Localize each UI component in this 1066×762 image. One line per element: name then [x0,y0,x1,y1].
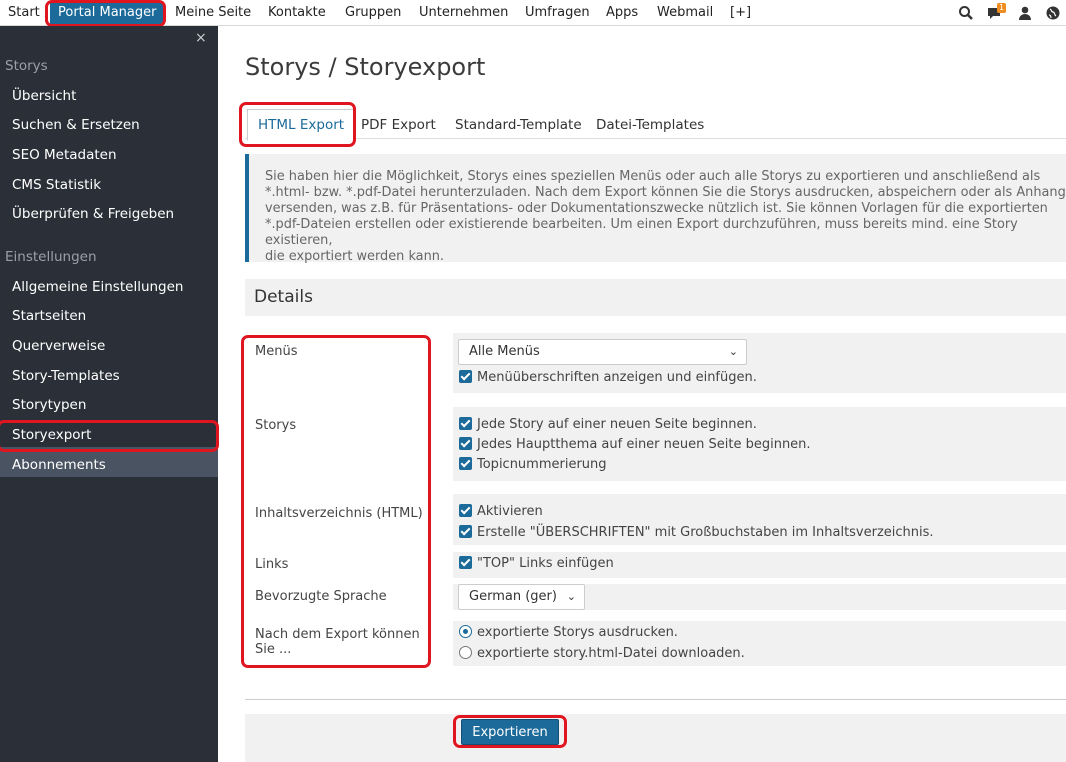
sidebar-item-seo-metadaten[interactable]: SEO Metadaten [12,147,117,163]
info-line: die exportiert werden kann. [265,249,445,264]
nav-unternehmen[interactable]: Unternehmen [419,0,508,26]
details-heading: Details [245,279,1066,316]
checkbox-menu-headings[interactable]: Menüüberschriften anzeigen und einfügen. [459,370,757,386]
language-select-value: German (ger) [469,589,557,604]
info-line: *.html- bzw. *.pdf-Datei herunterzuladen… [265,185,1066,200]
checkbox-checked-icon[interactable] [459,457,472,470]
sidebar-item-uebersicht[interactable]: Übersicht [12,88,76,104]
tab-divider [245,138,1066,139]
chevron-down-icon: ⌄ [728,345,738,358]
checkbox-top-links[interactable]: "TOP" Links einfügen [459,556,614,572]
checkbox-checked-icon[interactable] [459,556,472,569]
nav-umfragen[interactable]: Umfragen [525,0,590,26]
checkbox-label: Jede Story auf einer neuen Seite beginne… [477,417,757,432]
checkbox-checked-icon[interactable] [459,437,472,450]
checkbox-topic-numbering[interactable]: Topicnummerierung [459,457,607,473]
checkbox-label: Jedes Hauptthema auf einer neuen Seite b… [477,437,811,452]
nav-more[interactable]: [+] [730,0,751,26]
checkbox-story-new-page[interactable]: Jede Story auf einer neuen Seite beginne… [459,417,757,433]
highlight-html-export-tab [239,102,356,147]
checkbox-label: Topicnummerierung [477,457,607,472]
radio-label: exportierte Storys ausdrucken. [477,625,678,640]
sidebar-item-storytypen[interactable]: Storytypen [12,397,86,413]
info-line: Sie haben hier die Möglichkeit, Storys e… [265,169,1041,184]
sidebar-section-einstellungen: Einstellungen [5,249,97,265]
sidebar: × Storys Übersicht Suchen & Ersetzen SEO… [0,26,219,762]
checkbox-label: Aktivieren [477,504,543,519]
info-box: Sie haben hier die Möglichkeit, Storys e… [245,154,1066,264]
highlight-portal-manager [45,0,166,27]
sidebar-item-querverweise[interactable]: Querverweise [12,338,105,354]
notification-badge: 1 [997,3,1007,13]
checkbox-label: Erstelle "ÜBERSCHRIFTEN" mit Großbuchsta… [477,525,934,540]
sidebar-item-startseiten[interactable]: Startseiten [12,308,86,324]
tab-standard-template[interactable]: Standard-Template [455,117,582,133]
checkbox-topic-new-page[interactable]: Jedes Hauptthema auf einer neuen Seite b… [459,437,811,453]
highlight-export-button [453,715,567,748]
globe-icon[interactable] [1045,5,1061,21]
main-content: Storys / Storyexport HTML Export PDF Exp… [218,26,1066,762]
checkbox-checked-icon[interactable] [459,417,472,430]
nav-webmail[interactable]: Webmail [657,0,713,26]
language-select[interactable]: German (ger) ⌄ [458,584,585,610]
checkbox-toc-activate[interactable]: Aktivieren [459,504,543,520]
chevron-down-icon: ⌄ [566,590,576,603]
radio-download[interactable]: exportierte story.html-Datei downloaden. [459,646,745,662]
footer-divider [245,699,1066,700]
tab-datei-templates[interactable]: Datei-Templates [596,117,704,133]
sidebar-item-cms-statistik[interactable]: CMS Statistik [12,177,101,193]
radio-unselected-icon[interactable] [459,646,472,659]
sidebar-item-suchen-ersetzen[interactable]: Suchen & Ersetzen [12,117,140,133]
top-navigation-bar: Start Portal Manager Meine Seite Kontakt… [0,0,1066,27]
highlight-storyexport [0,420,219,452]
menus-select-value: Alle Menüs [469,344,540,359]
sidebar-close-icon[interactable]: × [195,30,207,46]
menus-select[interactable]: Alle Menüs ⌄ [458,339,747,365]
page-title: Storys / Storyexport [245,53,486,81]
nav-kontakte[interactable]: Kontakte [268,0,326,26]
sidebar-item-ueberpruefen-freigeben[interactable]: Überprüfen & Freigeben [12,206,174,222]
checkbox-toc-uppercase[interactable]: Erstelle "ÜBERSCHRIFTEN" mit Großbuchsta… [459,525,934,541]
info-line: versenden, was z.B. für Präsentations- o… [265,201,1048,216]
form-footer [245,714,1066,762]
sidebar-item-abonnements[interactable]: Abonnements [12,457,106,473]
checkbox-label: Menüüberschriften anzeigen und einfügen. [477,370,757,385]
radio-selected-icon[interactable] [459,625,472,638]
user-icon[interactable] [1017,5,1033,21]
sidebar-section-storys: Storys [5,58,48,74]
nav-gruppen[interactable]: Gruppen [345,0,401,26]
nav-meine-seite[interactable]: Meine Seite [175,0,251,26]
radio-label: exportierte story.html-Datei downloaden. [477,646,745,661]
tab-pdf-export[interactable]: PDF Export [361,117,436,133]
nav-apps[interactable]: Apps [606,0,638,26]
checkbox-checked-icon[interactable] [459,370,472,383]
checkbox-checked-icon[interactable] [459,525,472,538]
search-icon[interactable] [958,5,974,21]
checkbox-checked-icon[interactable] [459,504,472,517]
nav-start[interactable]: Start [8,0,40,26]
radio-print[interactable]: exportierte Storys ausdrucken. [459,625,678,641]
sidebar-item-story-templates[interactable]: Story-Templates [12,368,120,384]
info-line: *.pdf-Dateien erstellen oder existierend… [265,217,1018,248]
checkbox-label: "TOP" Links einfügen [477,556,614,571]
highlight-labels [241,335,431,668]
sidebar-item-allgemeine-einstellungen[interactable]: Allgemeine Einstellungen [12,279,184,295]
